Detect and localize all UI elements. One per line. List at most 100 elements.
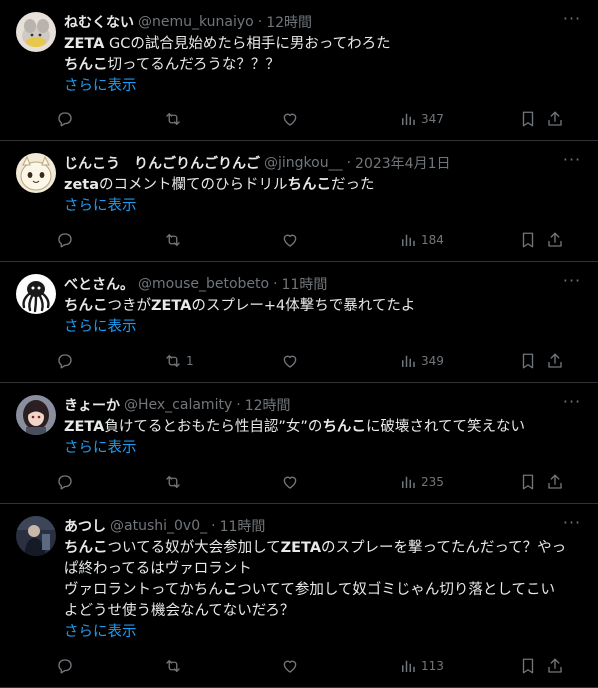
share-button[interactable] [546,352,564,370]
tweet-text-segment: ZETA [64,419,105,435]
bookmark-button[interactable] [519,110,537,128]
avatar[interactable] [16,395,56,435]
tweet[interactable]: ねむくない @nemu_kunaiyo · 12時間 ··· ZETA GCの試… [0,0,598,141]
show-more-link[interactable]: さらに表示 [64,76,582,97]
more-icon[interactable]: ··· [562,515,582,536]
bookmark-icon [519,352,537,370]
display-name[interactable]: じんこう りんごりんごりんご [64,153,260,173]
reply-icon [56,657,74,675]
retweet-button[interactable] [164,231,186,249]
tweet-text-segment: ちんこ [64,540,108,556]
reply-button[interactable] [56,110,74,128]
tweet[interactable]: じんこう りんごりんごりんご @jingkou__ · 2023年4月1日 ··… [0,141,598,262]
tweet-content: べとさん。 @mouse_betobeto · 11時間 ··· ちんこつきがZ… [64,273,582,338]
timestamp[interactable]: 2023年4月1日 [355,153,450,173]
timestamp[interactable]: 12時間 [245,395,291,415]
more-icon[interactable]: ··· [562,11,582,32]
tweet-text-segment: ZETA [280,540,322,556]
bookmark-icon [519,473,537,491]
tweet-text-line: ちんこ切ってるんだろうな？？？ [64,55,582,76]
retweet-icon [164,352,182,370]
share-button[interactable] [546,110,564,128]
user-handle[interactable]: @jingkou__ [264,155,343,171]
tweet-text-segment: 切ってるんだろうな？？？ [107,57,280,73]
bookmark-button[interactable] [519,352,537,370]
views-button[interactable]: 235 [399,473,444,491]
tweet-header: きょーか @Hex_calamity · 12時間 [64,395,582,415]
reply-button[interactable] [56,231,74,249]
more-icon[interactable]: ··· [562,394,582,415]
reply-icon [56,231,74,249]
tweet-text-segment: に破壊されてて笑えない [365,419,526,435]
retweet-button[interactable]: 1 [164,352,194,370]
timestamp[interactable]: 11時間 [220,516,266,536]
views-icon [399,231,417,249]
reply-button[interactable] [56,657,74,675]
show-more-link[interactable]: さらに表示 [64,196,582,217]
retweet-icon [164,473,182,491]
tweet-text-segment: のスプレーを撃ってたんだって？やっ [321,540,567,556]
more-icon[interactable]: ··· [562,152,582,173]
user-handle[interactable]: @Hex_calamity [124,397,232,413]
tweet-text: zetaのコメント欄てのひらドリルちんこだった [64,175,582,196]
tweet[interactable]: あつし @atushi_0v0_ · 11時間 ··· ちんこついてる奴が大会参… [0,504,598,688]
retweet-button[interactable] [164,110,186,128]
like-button[interactable] [281,473,299,491]
like-button[interactable] [281,110,299,128]
timestamp[interactable]: 12時間 [266,12,312,32]
more-icon[interactable]: ··· [562,273,582,294]
retweet-button[interactable] [164,473,186,491]
reply-button[interactable] [56,473,74,491]
separator-dot: · [257,14,263,30]
reply-button[interactable] [56,352,74,370]
bookmark-button[interactable] [519,657,537,675]
avatar[interactable] [16,274,56,314]
display-name[interactable]: べとさん。 [64,274,134,294]
retweet-button[interactable] [164,657,186,675]
user-handle[interactable]: @mouse_betobeto [138,276,269,292]
views-button[interactable]: 347 [399,110,444,128]
share-button[interactable] [546,657,564,675]
share-button[interactable] [546,473,564,491]
tweet-text-segment: のスプレー+4体撃ちで暴れてたよ [191,298,416,314]
show-more-link[interactable]: さらに表示 [64,317,582,338]
show-more-link[interactable]: さらに表示 [64,622,582,643]
like-button[interactable] [281,231,299,249]
tweet-text-line: ぱ終わってるはヴァロラント [64,559,582,580]
display-name[interactable]: あつし [64,516,106,536]
bookmark-button[interactable] [519,231,537,249]
views-icon [399,352,417,370]
avatar[interactable] [16,516,56,556]
views-button[interactable]: 184 [399,231,444,249]
views-count: 184 [421,233,444,247]
like-icon [281,657,299,675]
bookmark-icon [519,110,537,128]
reply-icon [56,110,74,128]
bookmark-button[interactable] [519,473,537,491]
share-button[interactable] [546,231,564,249]
tweet[interactable]: きょーか @Hex_calamity · 12時間 ··· ZETA負けてるとお… [0,383,598,504]
tweet[interactable]: べとさん。 @mouse_betobeto · 11時間 ··· ちんこつきがZ… [0,262,598,383]
tweet-text-segment: 負けてるとおもたら性自認”女”の [104,419,323,435]
views-button[interactable]: 349 [399,352,444,370]
timestamp[interactable]: 11時間 [282,274,328,294]
tweet-text-line: ZETA負けてるとおもたら性自認”女”のちんこに破壊されてて笑えない [64,417,582,438]
views-count: 347 [421,112,444,126]
user-handle[interactable]: @atushi_0v0_ [110,518,207,534]
tweet-content: ねむくない @nemu_kunaiyo · 12時間 ··· ZETA GCの試… [64,11,582,97]
avatar[interactable] [16,153,56,193]
tweet-text-segment: のコメント欄てのひらドリル [99,177,288,193]
like-button[interactable] [281,352,299,370]
views-button[interactable]: 113 [399,657,444,675]
show-more-link[interactable]: さらに表示 [64,438,582,459]
tweet-text-line: ヴァロラントってかちんこついてて参加して奴ゴミじゃん切り落としてこい [64,580,582,601]
display-name[interactable]: ねむくない [64,12,134,32]
tweet-text-line: ZETA GCの試合見始めたら相手に男おってわろた [64,34,582,55]
reply-icon [56,473,74,491]
avatar[interactable] [16,12,56,52]
tweet-text-line: zetaのコメント欄てのひらドリルちんこだった [64,175,582,196]
tweet-actions: 347 [56,109,588,129]
like-button[interactable] [281,657,299,675]
display-name[interactable]: きょーか [64,395,120,415]
user-handle[interactable]: @nemu_kunaiyo [138,14,254,30]
